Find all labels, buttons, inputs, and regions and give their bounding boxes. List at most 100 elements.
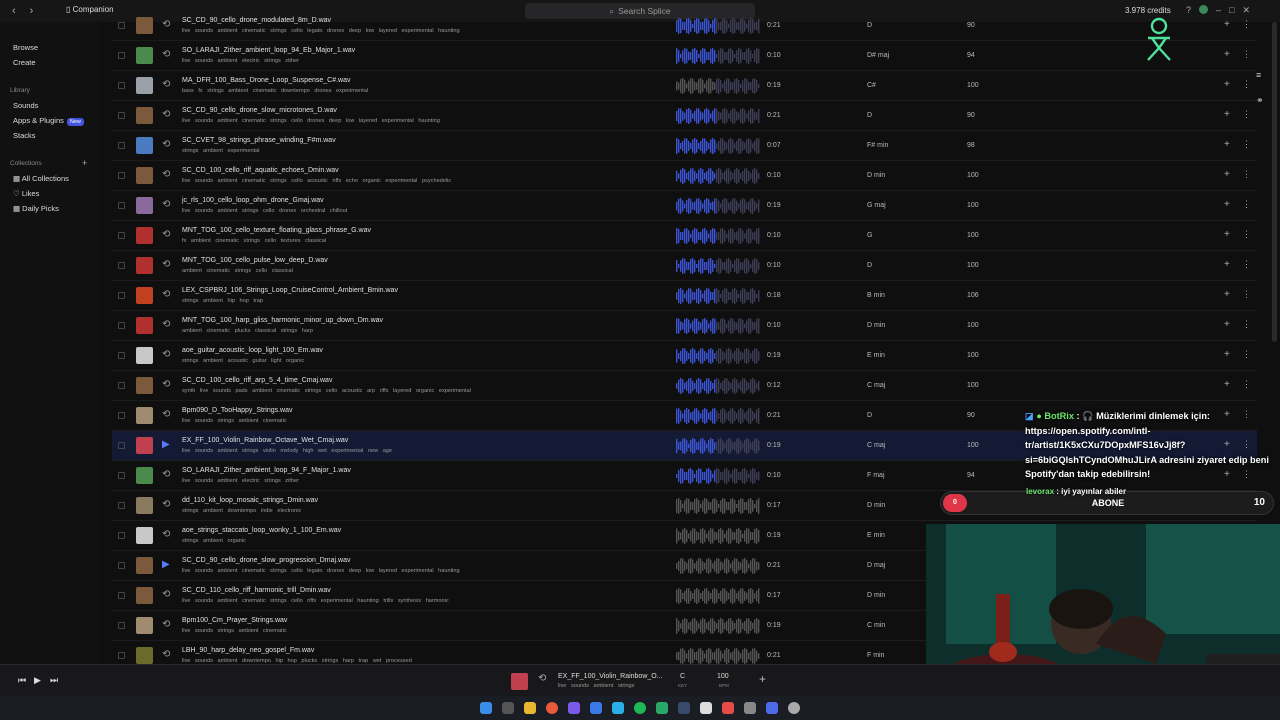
row-checkbox[interactable] <box>118 442 125 449</box>
row-checkbox[interactable] <box>118 322 125 329</box>
waveform[interactable] <box>676 77 760 95</box>
sidebar-item-create[interactable]: Create <box>13 58 36 67</box>
more-options-icon[interactable]: ⋮ <box>1242 109 1251 120</box>
sample-name[interactable]: SC_CD_90_cello_drone_slow_progression_Dm… <box>182 557 350 564</box>
add-collection-button[interactable]: + <box>82 158 87 168</box>
add-icon[interactable]: + <box>1224 19 1230 30</box>
waveform[interactable] <box>676 587 760 605</box>
sample-name[interactable]: SO_LARAJI_Zither_ambient_loop_94_F_Major… <box>182 467 351 474</box>
sample-name[interactable]: aoe_strings_staccato_loop_wonky_1_100_Em… <box>182 527 341 534</box>
telegram-icon[interactable] <box>612 702 624 714</box>
sample-name[interactable]: SC_CD_110_cello_riff_harmonic_trill_Dmin… <box>182 587 331 594</box>
row-checkbox[interactable] <box>118 172 125 179</box>
sample-name[interactable]: SC_CD_90_cello_drone_slow_microtones_D.w… <box>182 107 337 114</box>
more-options-icon[interactable]: ⋮ <box>1242 19 1251 30</box>
row-checkbox[interactable] <box>118 352 125 359</box>
row-checkbox[interactable] <box>118 262 125 269</box>
sample-name[interactable]: SC_CD_100_cello_riff_arp_5_4_time_Cmaj.w… <box>182 377 332 384</box>
table-row[interactable]: ⟲ SC_CD_90_cello_drone_modulated_8m_D.wa… <box>112 11 1257 41</box>
loop-icon[interactable]: ⟲ <box>162 109 170 120</box>
loop-icon[interactable]: ⟲ <box>162 19 170 30</box>
sample-name[interactable]: Bpm090_D_TooHappy_Strings.wav <box>182 407 293 414</box>
waveform[interactable] <box>676 287 760 305</box>
player-add-button[interactable]: + <box>759 672 766 686</box>
waveform[interactable] <box>676 167 760 185</box>
row-checkbox[interactable] <box>118 112 125 119</box>
loop-icon[interactable]: ⟲ <box>162 379 170 390</box>
sample-name[interactable]: dd_110_kit_loop_mosaic_strings_Dmin.wav <box>182 497 318 504</box>
add-icon[interactable]: + <box>1224 169 1230 180</box>
loop-icon[interactable]: ⟲ <box>162 259 170 270</box>
loop-icon[interactable]: ⟲ <box>162 649 170 660</box>
sample-tags[interactable]: live sounds strings ambient cinematic <box>182 628 287 634</box>
table-row[interactable]: ⟲ SO_LARAJI_Zither_ambient_loop_94_Eb_Ma… <box>112 41 1257 71</box>
loop-icon[interactable]: ⟲ <box>162 139 170 150</box>
table-row[interactable]: ⟲ MNT_TOG_100_cello_pulse_low_deep_D.wav… <box>112 251 1257 281</box>
loop-icon[interactable]: ⟲ <box>162 169 170 180</box>
waveform[interactable] <box>676 377 760 395</box>
waveform[interactable] <box>676 227 760 245</box>
table-row[interactable]: ⟲ MNT_TOG_100_cello_texture_floating_gla… <box>112 221 1257 251</box>
app-icon-1[interactable] <box>590 702 602 714</box>
sample-tags[interactable]: bass fx strings ambient cinematic downte… <box>182 88 368 94</box>
sample-tags[interactable]: live sounds ambient cinematic strings ce… <box>182 598 449 604</box>
chrome-icon[interactable] <box>546 702 558 714</box>
loop-icon[interactable]: ⟲ <box>162 289 170 300</box>
steam-icon[interactable] <box>678 702 690 714</box>
sample-name[interactable]: MNT_TOG_100_cello_pulse_low_deep_D.wav <box>182 257 328 264</box>
table-row[interactable]: ⟲ SC_CVET_98_strings_phrase_winding_F#m.… <box>112 131 1257 161</box>
more-options-icon[interactable]: ⋮ <box>1242 259 1251 270</box>
sample-name[interactable]: MNT_TOG_100_harp_gliss_harmonic_minor_up… <box>182 317 383 324</box>
loop-icon[interactable]: ⟲ <box>162 49 170 60</box>
row-checkbox[interactable] <box>118 202 125 209</box>
more-options-icon[interactable]: ⋮ <box>1242 319 1251 330</box>
sample-tags[interactable]: live sounds ambient cinematic strings ce… <box>182 178 451 184</box>
sample-name[interactable]: Bpm100_Cm_Prayer_Strings.wav <box>182 617 287 624</box>
sample-name[interactable]: SO_LARAJI_Zither_ambient_loop_94_Eb_Majo… <box>182 47 355 54</box>
sample-name[interactable]: jc_rls_100_cello_loop_ohm_drone_Gmaj.wav <box>182 197 324 204</box>
sample-name[interactable]: MA_DFR_100_Bass_Drone_Loop_Suspense_C#.w… <box>182 77 351 84</box>
sample-name[interactable]: LBH_90_harp_delay_neo_gospel_Fm.wav <box>182 647 314 654</box>
queue-icon[interactable]: ≡ <box>1256 70 1261 80</box>
row-checkbox[interactable] <box>118 592 125 599</box>
waveform[interactable] <box>676 257 760 275</box>
add-icon[interactable]: + <box>1224 259 1230 270</box>
table-row[interactable]: ⟲ SC_CD_100_cello_riff_aquatic_echoes_Dm… <box>112 161 1257 191</box>
waveform[interactable] <box>676 47 760 65</box>
sample-name[interactable]: MNT_TOG_100_cello_texture_floating_glass… <box>182 227 371 234</box>
sample-tags[interactable]: live sounds ambient cinematic strings ce… <box>182 118 440 124</box>
row-checkbox[interactable] <box>118 82 125 89</box>
forward-icon[interactable]: › <box>30 5 34 17</box>
table-row[interactable]: ⟲ SC_CD_100_cello_riff_arp_5_4_time_Cmaj… <box>112 371 1257 401</box>
loop-icon[interactable]: ⟲ <box>162 469 170 480</box>
more-options-icon[interactable]: ⋮ <box>1242 289 1251 300</box>
next-icon[interactable]: ⏭ <box>50 675 58 686</box>
waveform[interactable] <box>676 437 760 455</box>
row-checkbox[interactable] <box>118 472 125 479</box>
add-icon[interactable]: + <box>1224 319 1230 330</box>
spotify-icon[interactable] <box>634 702 646 714</box>
waveform[interactable] <box>676 497 760 515</box>
sample-tags[interactable]: live sounds ambient strings violin melod… <box>182 448 392 454</box>
sample-tags[interactable]: live sounds ambient electric strings zit… <box>182 58 299 64</box>
add-icon[interactable]: + <box>1224 349 1230 360</box>
sample-tags[interactable]: live sounds strings ambient cinematic <box>182 418 287 424</box>
sample-tags[interactable]: strings ambient organic <box>182 538 246 544</box>
waveform[interactable] <box>676 347 760 365</box>
add-icon[interactable]: + <box>1224 109 1230 120</box>
discord-icon[interactable] <box>568 702 580 714</box>
add-icon[interactable]: + <box>1224 199 1230 210</box>
sidebar-item-browse[interactable]: Browse <box>13 43 38 52</box>
more-options-icon[interactable]: ⋮ <box>1242 349 1251 360</box>
more-options-icon[interactable]: ⋮ <box>1242 379 1251 390</box>
add-icon[interactable]: + <box>1224 289 1230 300</box>
loop-icon[interactable]: ⟲ <box>538 673 546 684</box>
sample-tags[interactable]: ambient cinematic strings cello classica… <box>182 268 293 274</box>
loop-icon[interactable]: ⟲ <box>162 619 170 630</box>
waveform[interactable] <box>676 137 760 155</box>
loop-icon[interactable]: ⟲ <box>162 319 170 330</box>
sample-tags[interactable]: fx ambient cinematic strings cello textu… <box>182 238 326 244</box>
sample-tags[interactable]: ambient cinematic plucks classical strin… <box>182 328 313 334</box>
app-icon-2[interactable] <box>656 702 668 714</box>
table-row[interactable]: ⟲ jc_rls_100_cello_loop_ohm_drone_Gmaj.w… <box>112 191 1257 221</box>
